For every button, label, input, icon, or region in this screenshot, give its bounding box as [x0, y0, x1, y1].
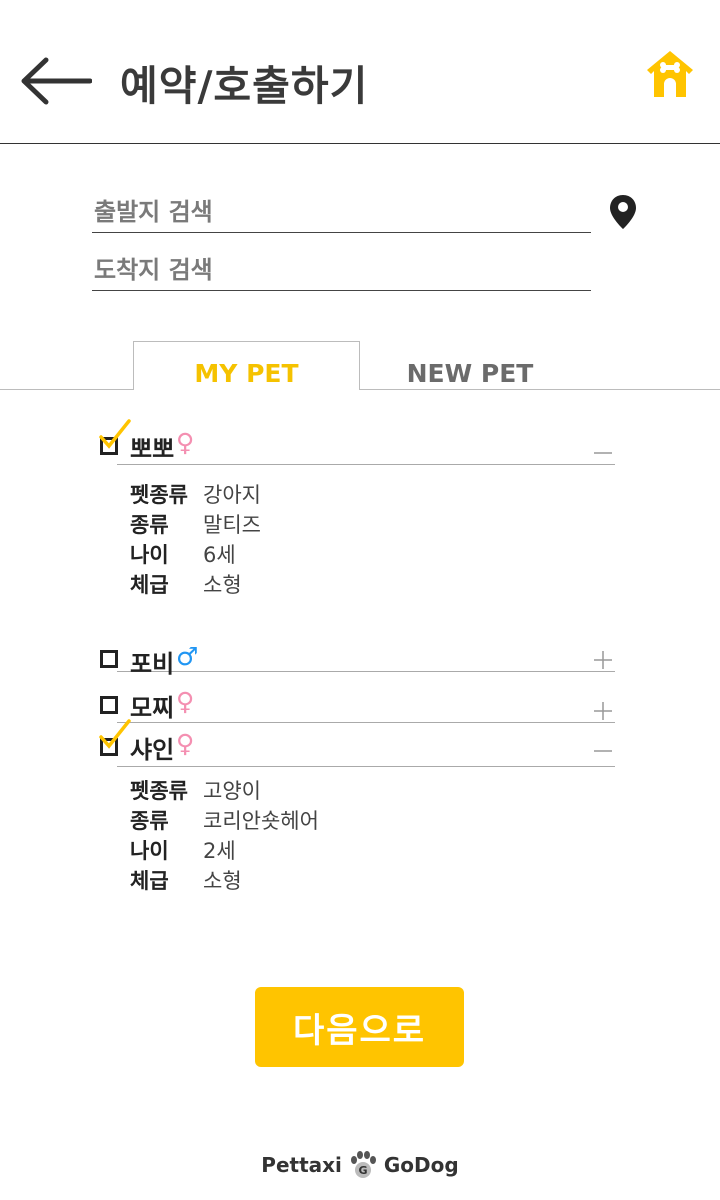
pet-name: 샤인 — [130, 736, 175, 764]
pet-name: 포비 — [130, 650, 175, 678]
detail-value: 강아지 — [203, 483, 261, 507]
detail-label: 체급 — [130, 869, 169, 893]
pet-item-pobi[interactable]: 포비 ♂ — [100, 632, 615, 678]
pet-name: 모찌 — [130, 694, 175, 722]
pet-checkbox[interactable] — [100, 738, 118, 756]
pet-item-divider — [117, 766, 615, 767]
detail-label: 펫종류 — [130, 779, 188, 803]
pet-checkbox[interactable] — [100, 437, 118, 455]
detail-value: 말티즈 — [203, 513, 261, 537]
back-button[interactable] — [18, 56, 93, 106]
tab-new-pet[interactable]: NEW PET — [360, 341, 580, 390]
detail-label: 펫종류 — [130, 483, 188, 507]
next-button[interactable]: 다음으로 — [255, 987, 464, 1067]
pet-details: 펫종류 고양이 종류 코리안숏헤어 나이 2세 체급 소형 — [130, 776, 319, 896]
brand-godog: GoDog — [383, 1153, 459, 1177]
pet-item-divider — [117, 671, 615, 672]
pet-details: 펫종류 강아지 종류 말티즈 나이 6세 체급 소형 — [130, 480, 261, 600]
plus-icon[interactable] — [593, 650, 613, 670]
svg-text:G: G — [358, 1164, 367, 1177]
departure-search-field[interactable] — [92, 193, 591, 233]
detail-value: 소형 — [203, 573, 242, 597]
page-title: 예약/호출하기 — [120, 62, 369, 110]
detail-value: 소형 — [203, 869, 242, 893]
female-icon: ♀ — [176, 687, 195, 716]
detail-label: 체급 — [130, 573, 169, 597]
paw-logo-icon: G — [350, 1151, 376, 1178]
footer-brand: Pettaxi G GoDog — [0, 1150, 720, 1180]
detail-label: 종류 — [130, 513, 169, 537]
app-header: 예약/호출하기 — [0, 0, 720, 144]
detail-label: 나이 — [130, 839, 169, 863]
detail-label: 나이 — [130, 543, 169, 567]
plus-icon[interactable] — [593, 701, 613, 721]
doghouse-home-icon — [647, 51, 693, 97]
male-icon: ♂ — [176, 642, 199, 671]
female-icon: ♀ — [176, 428, 195, 457]
pet-item-shine[interactable]: 샤인 ♀ — [99, 719, 615, 767]
pet-name: 뽀뽀 — [130, 435, 175, 463]
arrow-left-icon — [21, 57, 93, 105]
detail-value: 2세 — [203, 839, 236, 863]
departure-search-input[interactable] — [92, 193, 591, 231]
pet-item-mojji[interactable]: 모찌 ♀ — [100, 683, 615, 723]
home-button[interactable] — [644, 48, 696, 100]
map-pin-icon — [610, 195, 636, 229]
detail-value: 고양이 — [203, 779, 261, 803]
pet-checkbox[interactable] — [100, 650, 118, 668]
female-icon: ♀ — [176, 729, 195, 758]
detail-value: 6세 — [203, 543, 236, 567]
pet-item-bbobbo[interactable]: 뽀뽀 ♀ — [99, 419, 615, 465]
brand-pettaxi: Pettaxi — [261, 1153, 342, 1177]
pet-checkbox[interactable] — [100, 696, 118, 714]
pet-item-divider — [117, 722, 615, 723]
detail-value: 코리안숏헤어 — [203, 809, 319, 833]
tab-my-pet[interactable]: MY PET — [133, 341, 360, 390]
detail-label: 종류 — [130, 809, 169, 833]
arrival-search-input[interactable] — [92, 251, 591, 289]
location-button[interactable] — [608, 194, 638, 230]
pet-item-divider — [117, 464, 615, 465]
arrival-search-field[interactable] — [92, 251, 591, 291]
minus-icon[interactable] — [593, 443, 613, 463]
minus-icon[interactable] — [593, 741, 613, 761]
